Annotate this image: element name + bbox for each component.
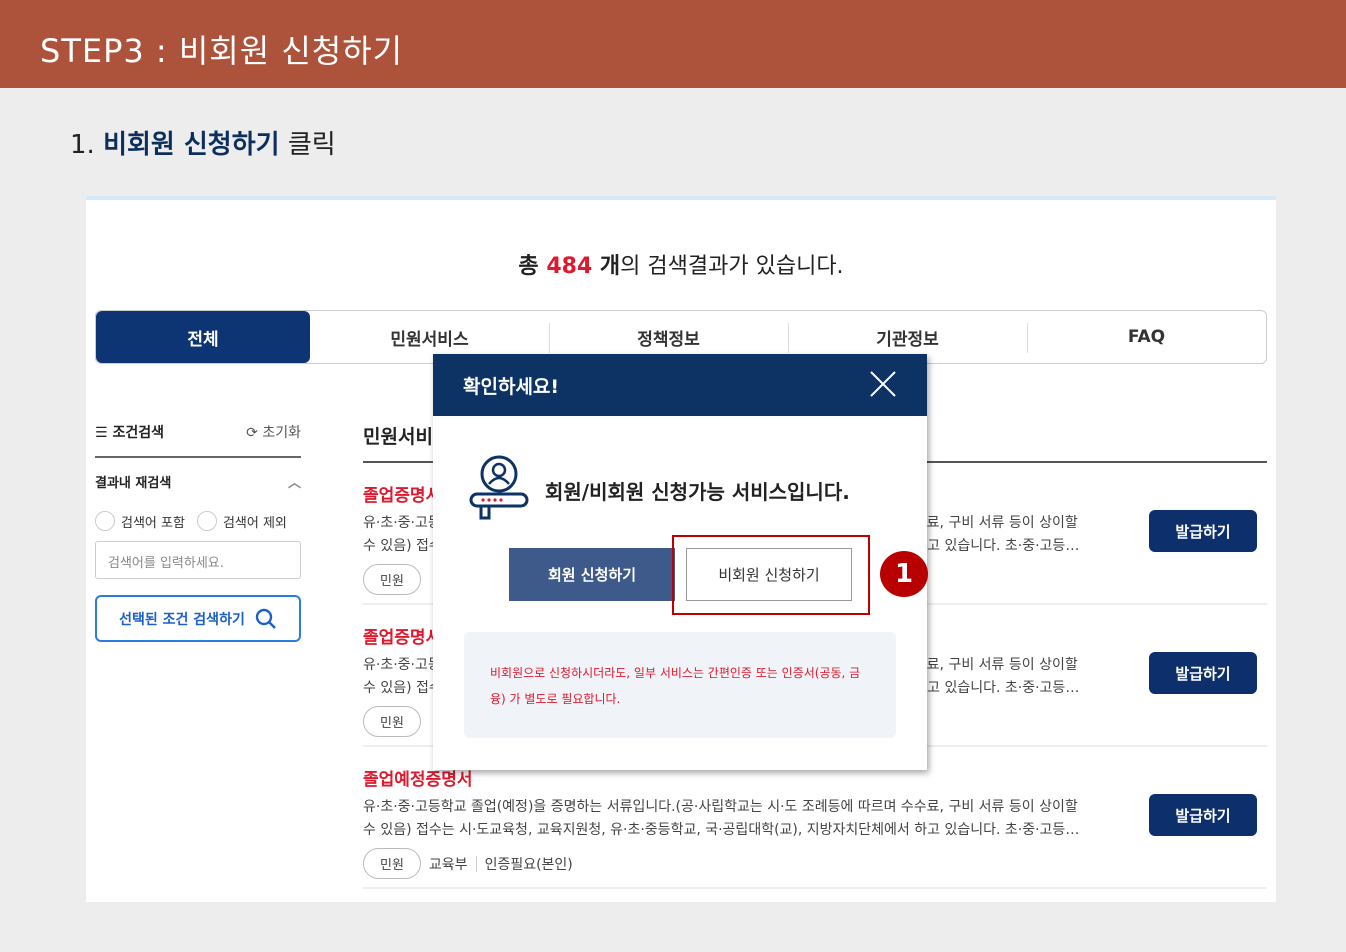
user-id-icon: [469, 455, 529, 520]
close-icon[interactable]: [869, 370, 897, 398]
step-header: STEP3 : 비회원 신청하기: [0, 0, 1346, 88]
highlight-box: [672, 535, 870, 615]
instruction-suffix: 클릭: [279, 130, 336, 160]
filter-title: ☰ 조건검색: [95, 422, 164, 442]
item-tag: 민원: [363, 848, 421, 879]
instruction-bold: 비회원 신청하기: [103, 130, 280, 160]
filter-sidebar: ☰ 조건검색 ⟳ 초기화 결과내 재검색 ︿ 검색어 포함 검색어 제외 검색어를 …: [95, 422, 301, 642]
instruction: 1. 비회원 신청하기 클릭: [70, 124, 336, 161]
modal-note: 비회원으로 신청하시더라도, 일부 서비스는 간편인증 또는 인증서(공동, 금…: [464, 632, 896, 738]
modal-title: 확인하세요!: [463, 376, 560, 398]
item-auth: 인증필요(본인): [484, 856, 573, 873]
count-unit: 개: [592, 254, 621, 279]
instruction-prefix: 1.: [70, 130, 104, 160]
radio-exclude-label: 검색어 제외: [222, 515, 287, 531]
reset-label: 초기화: [262, 425, 301, 441]
count-post: 의 검색결과가 있습니다.: [620, 254, 844, 279]
tab-faq[interactable]: FAQ: [1027, 311, 1266, 363]
item-tag: 민원: [363, 706, 421, 737]
radio-include-label: 검색어 포함: [121, 515, 185, 531]
tab-all[interactable]: 전체: [96, 311, 310, 363]
chevron-up-icon[interactable]: ︿: [288, 472, 301, 491]
search-button-label: 선택된 조건 검색하기: [119, 611, 245, 628]
count-pre: 총: [518, 254, 547, 279]
refine-title: 결과내 재검색: [95, 476, 172, 491]
member-apply-button[interactable]: 회원 신청하기: [509, 548, 675, 601]
issue-button[interactable]: 발급하기: [1149, 510, 1257, 552]
search-icon: [255, 608, 276, 629]
result-count: 총 484 개의 검색결과가 있습니다.: [86, 248, 1276, 280]
radio-exclude[interactable]: 검색어 제외: [196, 511, 287, 531]
reset-button[interactable]: ⟳ 초기화: [246, 422, 301, 442]
step-badge: 1: [880, 551, 928, 597]
radio-include[interactable]: 검색어 포함: [95, 511, 185, 531]
refresh-icon: ⟳: [246, 425, 263, 441]
filter-title-text: 조건검색: [112, 425, 164, 441]
search-input[interactable]: 검색어를 입력하세요.: [95, 541, 301, 579]
sliders-icon: ☰: [95, 425, 113, 441]
issue-button[interactable]: 발급하기: [1149, 794, 1257, 836]
search-button[interactable]: 선택된 조건 검색하기: [95, 595, 301, 642]
item-org: 교육부: [428, 856, 468, 873]
item-desc: 유·초·중·고등학교 졸업(예정)을 증명하는 서류입니다.(공·사립학교는 시…: [363, 799, 1078, 815]
item-tag: 민원: [363, 564, 421, 595]
issue-button[interactable]: 발급하기: [1149, 652, 1257, 694]
count-number: 484: [546, 254, 593, 279]
modal-message: 회원/비회원 신청가능 서비스입니다.: [545, 479, 850, 504]
item-desc: 수 있음) 접수는 시·도교육청, 교육지원청, 유·초·중등학교, 국·공립대…: [363, 822, 1080, 838]
